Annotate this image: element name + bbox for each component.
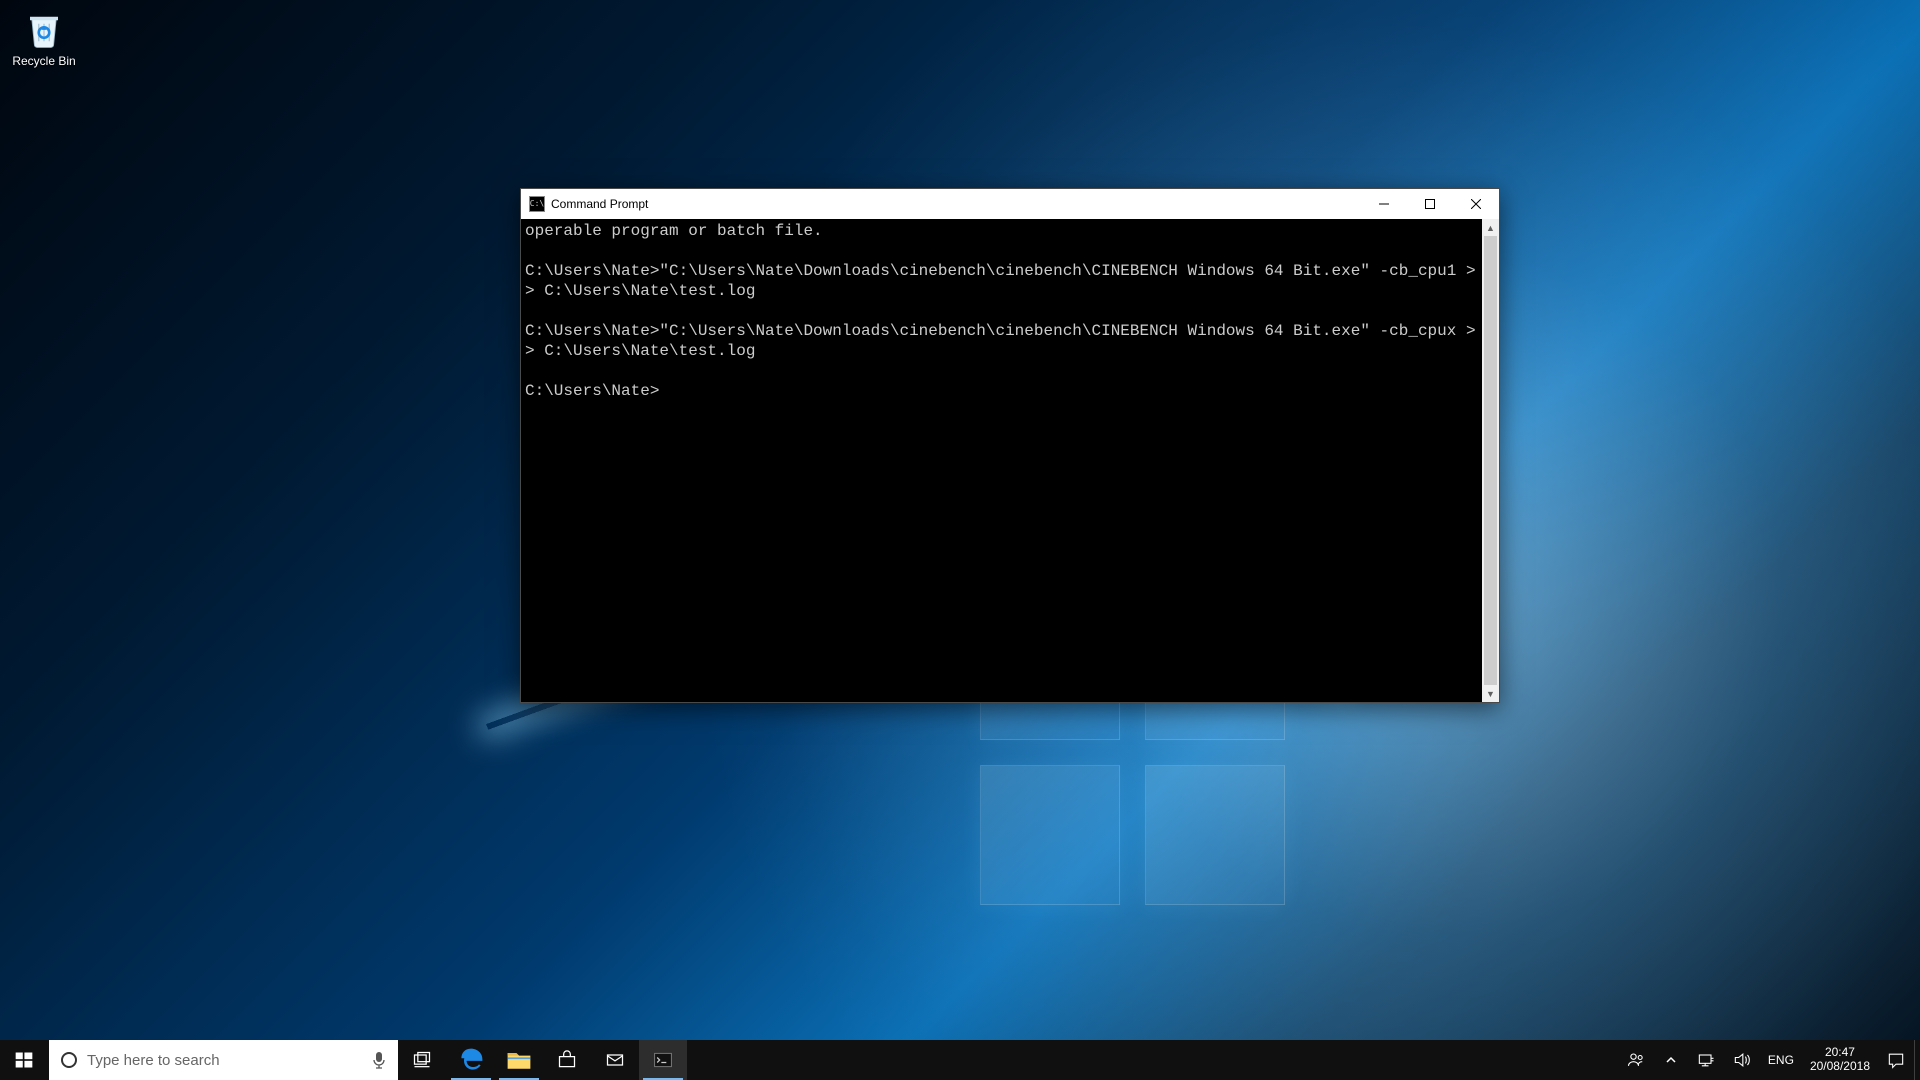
taskbar-store[interactable] [543,1040,591,1080]
show-desktop-button[interactable] [1914,1040,1920,1080]
volume-icon [1732,1050,1752,1070]
store-icon [557,1050,577,1070]
task-view-button[interactable] [398,1040,446,1080]
taskbar[interactable]: Type here to search ENG [0,1040,1920,1080]
tray-clock[interactable]: 20:47 20/08/2018 [1802,1040,1878,1080]
edge-icon [457,1046,485,1074]
system-tray: ENG 20:47 20/08/2018 [1618,1040,1920,1080]
microphone-icon[interactable] [372,1051,386,1069]
mail-icon [605,1050,625,1070]
task-view-icon [412,1050,432,1070]
taskbar-edge[interactable] [447,1040,495,1080]
recycle-bin[interactable]: Recycle Bin [6,6,82,68]
language-label: ENG [1768,1053,1794,1067]
recycle-bin-icon [23,8,65,50]
scroll-down-button[interactable]: ▼ [1482,685,1499,702]
clock-date: 20/08/2018 [1810,1060,1870,1074]
desktop-wallpaper[interactable]: Recycle Bin C:\ Command Prompt operable … [0,0,1920,1080]
minimize-button[interactable] [1361,189,1407,219]
tray-volume-button[interactable] [1724,1040,1760,1080]
close-button[interactable] [1453,189,1499,219]
search-box[interactable]: Type here to search [48,1040,398,1080]
cortana-icon [61,1052,77,1068]
taskbar-file-explorer[interactable] [495,1040,543,1080]
terminal-output[interactable]: operable program or batch file. C:\Users… [521,219,1482,702]
notification-icon [1886,1050,1906,1070]
cmd-icon: C:\ [529,196,545,212]
tray-language-button[interactable]: ENG [1760,1040,1802,1080]
titlebar[interactable]: C:\ Command Prompt [521,189,1499,219]
scrollbar[interactable]: ▲ ▼ [1482,219,1499,702]
scroll-up-button[interactable]: ▲ [1482,219,1499,236]
tray-overflow-button[interactable] [1654,1040,1688,1080]
start-button[interactable] [0,1040,48,1080]
people-button[interactable] [1618,1040,1654,1080]
action-center-button[interactable] [1878,1040,1914,1080]
folder-icon [505,1046,533,1074]
search-placeholder: Type here to search [87,1052,362,1069]
tray-network-button[interactable] [1688,1040,1724,1080]
people-icon [1626,1050,1646,1070]
scroll-thumb[interactable] [1484,236,1497,685]
clock-time: 20:47 [1825,1046,1855,1060]
network-icon [1696,1050,1716,1070]
taskbar-mail[interactable] [591,1040,639,1080]
taskbar-command-prompt[interactable] [639,1040,687,1080]
terminal-icon [653,1050,673,1070]
recycle-bin-label: Recycle Bin [6,54,82,68]
chevron-up-icon [1665,1054,1677,1066]
window-title: Command Prompt [551,197,648,211]
maximize-button[interactable] [1407,189,1453,219]
command-prompt-window[interactable]: C:\ Command Prompt operable program or b… [520,188,1500,703]
windows-logo-icon [14,1050,34,1070]
